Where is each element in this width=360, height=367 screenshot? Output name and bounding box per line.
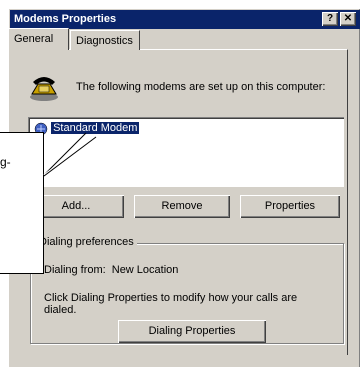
tab-diagnostics[interactable]: Diagnostics (70, 30, 140, 50)
window-title: Modems Properties (14, 13, 117, 25)
title-bar: Modems Properties ? ✕ (10, 10, 360, 29)
list-item[interactable]: Standard Modem (34, 121, 140, 136)
help-button[interactable]: ? (322, 12, 338, 26)
properties-button[interactable]: Properties (240, 195, 340, 218)
remove-button[interactable]: Remove (134, 195, 230, 218)
dialing-from: Dialing from: New Location (44, 264, 178, 276)
add-button-label: Add... (61, 200, 91, 212)
callout-box: g- (0, 132, 44, 274)
properties-button-label: Properties (264, 200, 316, 212)
dialing-from-label: Dialing from: (44, 264, 106, 276)
tab-general[interactable]: General (8, 28, 69, 50)
tab-diagnostics-label: Diagnostics (76, 35, 133, 47)
dialing-from-value: New Location (111, 264, 179, 276)
tab-general-label: General (14, 33, 54, 45)
dialing-properties-button-label: Dialing Properties (148, 325, 236, 337)
modem-phone-icon (30, 77, 58, 101)
modem-listbox[interactable]: Standard Modem (28, 117, 344, 187)
remove-button-label: Remove (161, 200, 203, 212)
close-button[interactable]: ✕ (340, 12, 356, 26)
callout-text: g- (0, 155, 11, 169)
dialing-note: Click Dialing Properties to modify how y… (44, 292, 298, 316)
dialing-preferences-legend: Dialing preferences (36, 236, 137, 248)
list-item-label: Standard Modem (51, 122, 140, 134)
intro-text: The following modems are set up on this … (76, 81, 326, 93)
dialing-properties-button[interactable]: Dialing Properties (118, 320, 266, 343)
